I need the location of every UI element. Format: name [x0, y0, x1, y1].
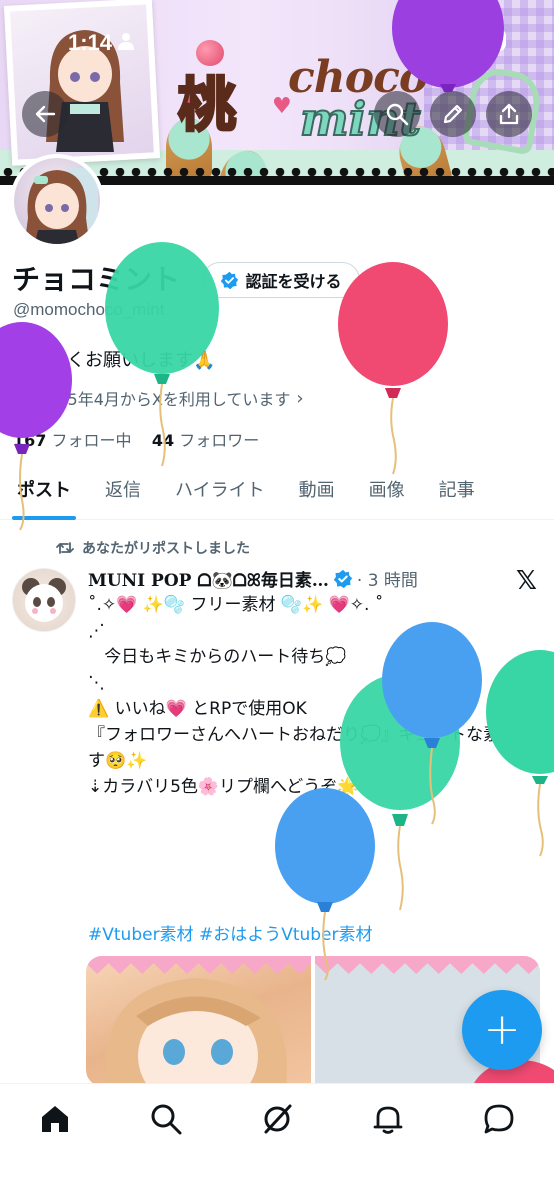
home-icon[interactable]: [38, 1102, 72, 1136]
heart-icon: ♥: [272, 94, 292, 119]
tab-images[interactable]: 画像: [352, 464, 422, 520]
plus-icon: +: [483, 1004, 521, 1055]
grok-icon[interactable]: [260, 1102, 294, 1136]
calendar-icon: [13, 390, 31, 406]
joined-date-text: 2025年4月からXを利用しています: [37, 390, 291, 409]
share-icon: [499, 103, 519, 125]
post-line: ˚.✧💗 ✨🫧 フリー素材 🫧✨ 💗✧. ˚: [88, 595, 384, 615]
tab-articles[interactable]: 記事: [422, 464, 492, 520]
post-author-avatar[interactable]: [12, 568, 76, 632]
panda-avatar-illustration: [22, 578, 66, 622]
cellular-signal-icon: [398, 33, 420, 49]
anime-character-illustration: [105, 978, 287, 1086]
following-label: フォロー中: [51, 431, 132, 450]
following-link[interactable]: 167 フォロー中: [13, 431, 132, 450]
search-button[interactable]: [374, 91, 420, 137]
edit-button[interactable]: [430, 91, 476, 137]
chevron-right-icon: ›: [296, 387, 304, 409]
joined-date[interactable]: 2025年4月からXを利用しています ›: [13, 386, 304, 410]
repost-label: あなたがリポストしました: [82, 541, 250, 557]
profile-tabs: ポスト 返信 ハイライト 動画 画像 記事: [0, 464, 554, 520]
follow-stats: 167 フォロー中 44 フォロワー: [13, 427, 259, 451]
profile-bio: よろしくお願いします🙏: [13, 350, 216, 371]
balloon-pink: [338, 262, 448, 475]
bottom-navigation: [0, 1083, 554, 1200]
get-verified-label: 認証を受ける: [245, 272, 342, 291]
profile-avatar[interactable]: [10, 154, 104, 248]
post-author-name[interactable]: MUNI POP ᗝ🐼ᗝꕤ毎日素…: [88, 566, 329, 591]
tab-posts[interactable]: ポスト: [0, 464, 88, 520]
post-line: 『フォロワーさんへハートおねだり💭』キュートな素材です🥺✨: [88, 725, 535, 771]
tab-replies[interactable]: 返信: [88, 464, 158, 520]
post-image[interactable]: [86, 956, 311, 1086]
profile-name: チョコミント: [12, 263, 181, 296]
wifi-icon: [436, 30, 460, 49]
pencil-icon: [443, 104, 463, 124]
post-line: 今日もキミからのハート待ち💭: [88, 647, 347, 667]
image-frame-trim: [315, 956, 540, 974]
get-verified-button[interactable]: 認証を受ける: [202, 262, 360, 298]
followers-link[interactable]: 44 フォロワー: [152, 431, 259, 450]
post-body: ˚.✧💗 ✨🫧 フリー素材 🫧✨ 💗✧. ˚ ⋰ 今日もキミからのハート待ち💭 …: [88, 592, 538, 800]
tab-highlights[interactable]: ハイライト: [158, 464, 282, 520]
back-button[interactable]: [22, 91, 68, 137]
search-icon[interactable]: [149, 1102, 183, 1136]
post-line: ⋰: [88, 621, 105, 641]
share-button[interactable]: [486, 91, 532, 137]
status-bar: 1:14 75: [0, 0, 554, 80]
post-line: ⋱: [88, 673, 105, 693]
balloon-blue-2: [275, 788, 375, 981]
search-icon: [386, 103, 409, 126]
post-time: · 3 時間: [356, 571, 418, 591]
post-hashtags[interactable]: #Vtuber素材 #おはようVtuber素材: [88, 920, 373, 945]
post-line: ⚠️ いいね💗 とRPで使用OK: [88, 699, 307, 719]
repost-icon: [56, 542, 74, 554]
bell-icon[interactable]: [371, 1102, 405, 1136]
battery-indicator: 75: [472, 29, 506, 51]
tab-videos[interactable]: 動画: [282, 464, 352, 520]
post-header: MUNI POP ᗝ🐼ᗝꕤ毎日素… · 3 時間: [88, 566, 418, 591]
profile-handle: @momochoco_mint: [13, 300, 165, 319]
status-time: 1:14: [68, 30, 113, 55]
repost-indicator: あなたがリポストしました: [56, 538, 250, 558]
compose-post-button[interactable]: +: [462, 990, 542, 1070]
verified-badge-icon: [333, 569, 353, 588]
back-arrow-icon: [35, 105, 56, 123]
verified-badge-icon: [221, 271, 239, 289]
avatar-illustration: [24, 168, 98, 244]
followers-label: フォロワー: [179, 431, 260, 450]
followers-count: 44: [151, 431, 175, 450]
post-line: ⇣カラバリ5色🌸リプ欄へどうぞ🌟: [88, 777, 359, 797]
person-icon: [118, 33, 134, 50]
following-count: 167: [13, 431, 47, 450]
messages-icon[interactable]: [482, 1102, 516, 1136]
